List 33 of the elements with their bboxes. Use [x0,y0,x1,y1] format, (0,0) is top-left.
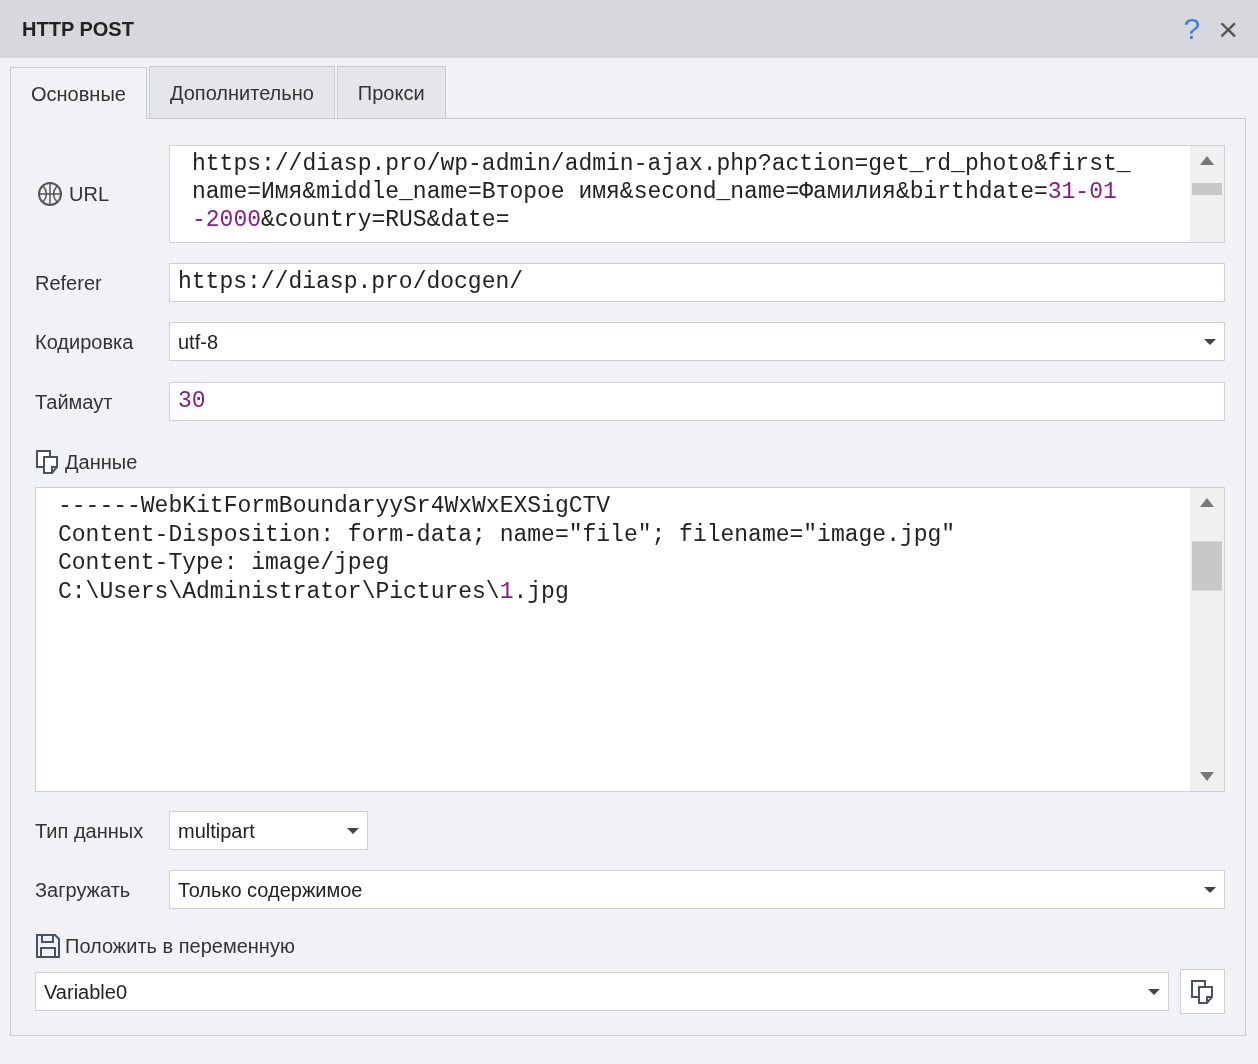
field-label: Тип данных [35,818,145,844]
close-button[interactable]: × [1218,12,1238,46]
tab[interactable]: Дополнительно [148,66,335,118]
field-label: Referer [35,270,103,296]
dropdown[interactable]: utf-8 [169,322,1225,361]
field-label: URL [69,182,109,207]
scroll-down-icon[interactable] [1200,772,1214,781]
dropdown[interactable]: Variable0 [35,972,1169,1011]
caret-icon [1204,338,1216,345]
caret-icon [1204,886,1216,893]
tab[interactable]: Прокси [336,66,446,118]
copy-button[interactable] [1180,969,1225,1014]
field-label: Таймаут [35,389,114,415]
globe-icon [35,181,65,207]
scroll-up-icon[interactable] [1200,498,1214,507]
field-label: Загружать [35,877,132,903]
copy-icon [1189,978,1216,1005]
caret-icon [1148,988,1160,995]
field-label: Кодировка [35,329,135,355]
text-field[interactable]: https://diasp.pro/docgen/ [169,263,1225,302]
section-label: Положить в переменную [65,934,295,959]
dropdown[interactable]: multipart [169,811,368,850]
scroll-up-icon[interactable] [1200,156,1214,165]
window-title: HTTP POST [22,17,134,42]
copy-icon [35,449,61,475]
dropdown[interactable]: Только содержимое [169,870,1225,909]
save-icon [35,933,61,959]
data-field[interactable]: ------WebKitFormBoundaryySr4WxWxEXSigCTV Content-Disposition: form-data; name="file"; filename="image.jpg" Content-Type: image/jpeg C:\Users\Administrator\Pictures\1.jpg [35,487,1225,792]
text-field[interactable]: 30 [169,382,1225,421]
tab[interactable]: Основные [10,67,147,119]
url-field[interactable]: https://diasp.pro/wp-admin/admin-ajax.php?action=get_rd_photo&first_name=Имя&middle_name=Второе имя&second_name=Фамилия&birthdate=31-01-2000&country=RUS&date= [169,145,1225,243]
caret-icon [347,827,359,834]
section-label: Данные [65,450,138,475]
